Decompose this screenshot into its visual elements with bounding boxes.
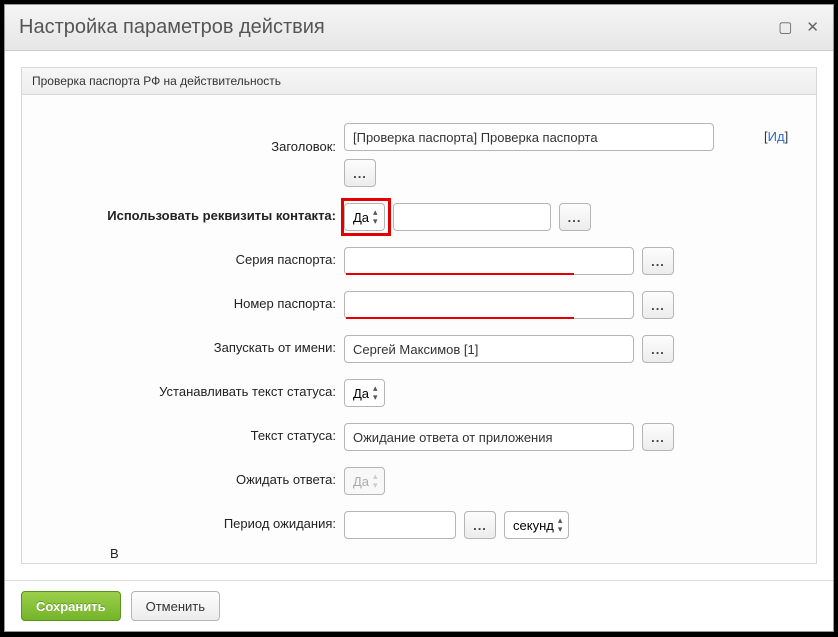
row-title: Заголовок: ... [Ид] [44,123,794,187]
close-icon[interactable]: ✕ [806,20,819,35]
label-set-status-text: Устанавливать текст статуса: [44,379,344,399]
controls-wait-response: Да ▴▾ [344,467,385,495]
status-text-dots-button[interactable]: ... [642,423,674,451]
caret-icon: ▴▾ [558,516,563,534]
controls-use-contact-req: Да ▴▾ ... [344,203,591,231]
label-title: Заголовок: [44,123,344,154]
label-passport-series: Серия паспорта: [44,247,344,267]
controls-run-as: ... [344,335,674,363]
id-link[interactable]: Ид [768,129,785,144]
dialog-title: Настройка параметров действия [19,16,778,39]
row-wait-period: Период ожидания: ... секунд ▴▾ [44,511,794,539]
save-button[interactable]: Сохранить [21,591,121,621]
controls-passport-series: ... [344,247,674,275]
label-wait-response: Ожидать ответа: [44,467,344,487]
use-contact-req-select[interactable]: Да ▴▾ [344,203,385,231]
cancel-button[interactable]: Отменить [131,591,220,621]
label-run-as: Запускать от имени: [44,335,344,355]
controls-wait-period: ... секунд ▴▾ [344,511,569,539]
row-passport-number: Номер паспорта: ... [44,291,794,319]
label-status-text: Текст статуса: [44,423,344,443]
dialog-footer: Сохранить Отменить [5,580,833,631]
wait-period-dots-button[interactable]: ... [464,511,496,539]
row-use-contact-req: Использовать реквизиты контакта: Да ▴▾ .… [44,203,794,231]
form-panel: Проверка паспорта РФ на действительность… [21,67,817,564]
use-contact-req-value: Да [353,210,369,225]
titlebar: Настройка параметров действия ▢ ✕ [5,5,833,51]
use-contact-req-input[interactable] [393,203,551,231]
caret-icon: ▴▾ [373,384,378,402]
passport-number-dots-button[interactable]: ... [642,291,674,319]
wait-period-unit-value: секунд [513,518,554,533]
controls-title: ... [344,123,714,187]
label-wait-period: Период ожидания: [44,511,344,531]
panel-header: Проверка паспорта РФ на действительность [22,68,816,95]
passport-series-input[interactable] [344,247,634,275]
dialog-body: Проверка паспорта РФ на действительность… [5,51,833,580]
wait-response-select[interactable]: Да ▴▾ [344,467,385,495]
passport-series-dots-button[interactable]: ... [642,247,674,275]
cutoff-text: В [110,546,119,561]
maximize-icon[interactable]: ▢ [778,20,792,35]
set-status-text-value: Да [353,386,369,401]
titlebar-controls: ▢ ✕ [778,20,819,35]
wait-period-unit-select[interactable]: секунд ▴▾ [504,511,569,539]
passport-number-input[interactable] [344,291,634,319]
label-use-contact-req: Использовать реквизиты контакта: [44,203,344,223]
row-wait-response: Ожидать ответа: Да ▴▾ [44,467,794,495]
wait-response-value: Да [353,474,369,489]
status-text-input[interactable] [344,423,634,451]
row-set-status-text: Устанавливать текст статуса: Да ▴▾ [44,379,794,407]
controls-passport-number: ... [344,291,674,319]
title-input[interactable] [344,123,714,151]
run-as-input[interactable] [344,335,634,363]
set-status-text-select[interactable]: Да ▴▾ [344,379,385,407]
controls-set-status-text: Да ▴▾ [344,379,385,407]
row-passport-series: Серия паспорта: ... [44,247,794,275]
use-contact-req-dots-button[interactable]: ... [559,203,591,231]
dialog: Настройка параметров действия ▢ ✕ Провер… [4,4,834,632]
row-status-text: Текст статуса: ... [44,423,794,451]
title-dots-button[interactable]: ... [344,159,376,187]
row-run-as: Запускать от имени: ... [44,335,794,363]
form-area: Заголовок: ... [Ид] Использовать реквизи… [22,95,816,565]
wait-period-input[interactable] [344,511,456,539]
caret-icon: ▴▾ [373,208,378,226]
id-link-wrap: [Ид] [764,123,788,146]
controls-status-text: ... [344,423,674,451]
run-as-dots-button[interactable]: ... [642,335,674,363]
caret-icon: ▴▾ [373,472,378,490]
label-passport-number: Номер паспорта: [44,291,344,311]
